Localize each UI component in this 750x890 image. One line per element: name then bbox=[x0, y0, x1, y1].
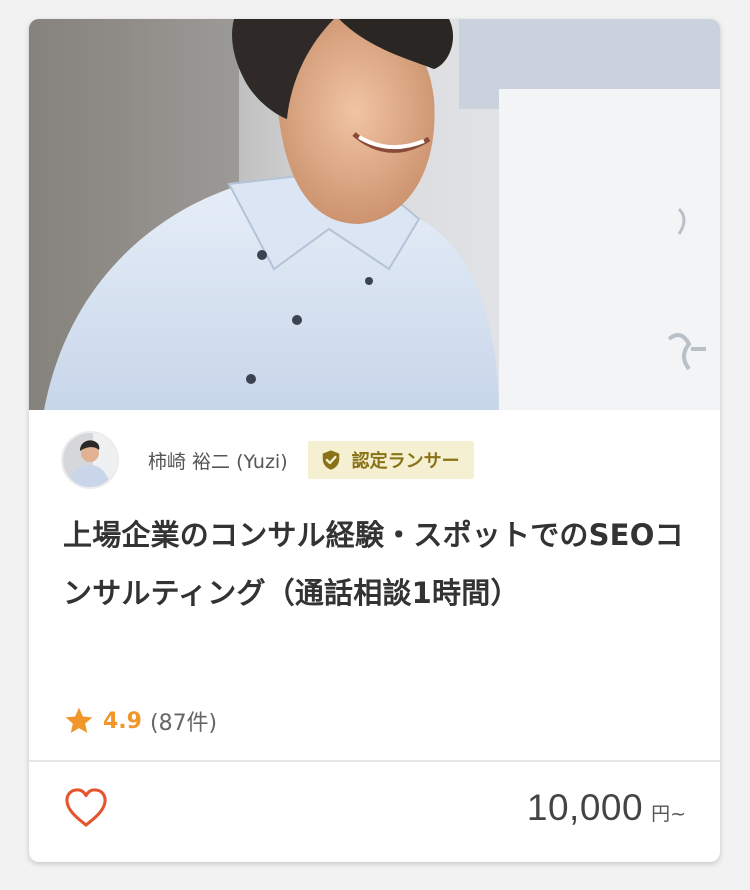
rating: 4.9 (87件) bbox=[63, 701, 217, 741]
service-title[interactable]: 上場企業のコンサル経験・スポットでのSEOコンサルティング（通話相談1時間） bbox=[63, 506, 693, 622]
rating-count: (87件) bbox=[149, 711, 218, 736]
certified-badge: 認定ランサー bbox=[307, 441, 474, 479]
rating-value: 4.9 bbox=[103, 708, 142, 734]
service-card[interactable]: 柿崎 裕二 (Yuzi) 認定ランサー 上場企業のコンサル経験・スポットでのSE… bbox=[29, 19, 720, 862]
service-hero-image[interactable] bbox=[29, 19, 720, 410]
star-icon bbox=[63, 705, 95, 737]
price-value: 10,000 bbox=[526, 787, 644, 828]
shield-check-icon bbox=[320, 449, 342, 471]
favorite-button[interactable] bbox=[62, 784, 110, 832]
price: 10,000 円~ bbox=[527, 787, 686, 835]
divider bbox=[29, 760, 720, 762]
badge-label: 認定ランサー bbox=[351, 451, 460, 472]
seller-avatar[interactable] bbox=[63, 433, 117, 487]
seller-name[interactable]: 柿崎 裕二 (Yuzi) bbox=[148, 447, 288, 474]
heart-outline-icon bbox=[63, 787, 109, 829]
price-unit: 円~ bbox=[651, 803, 686, 825]
seller-row: 柿崎 裕二 (Yuzi) 認定ランサー bbox=[63, 432, 474, 488]
